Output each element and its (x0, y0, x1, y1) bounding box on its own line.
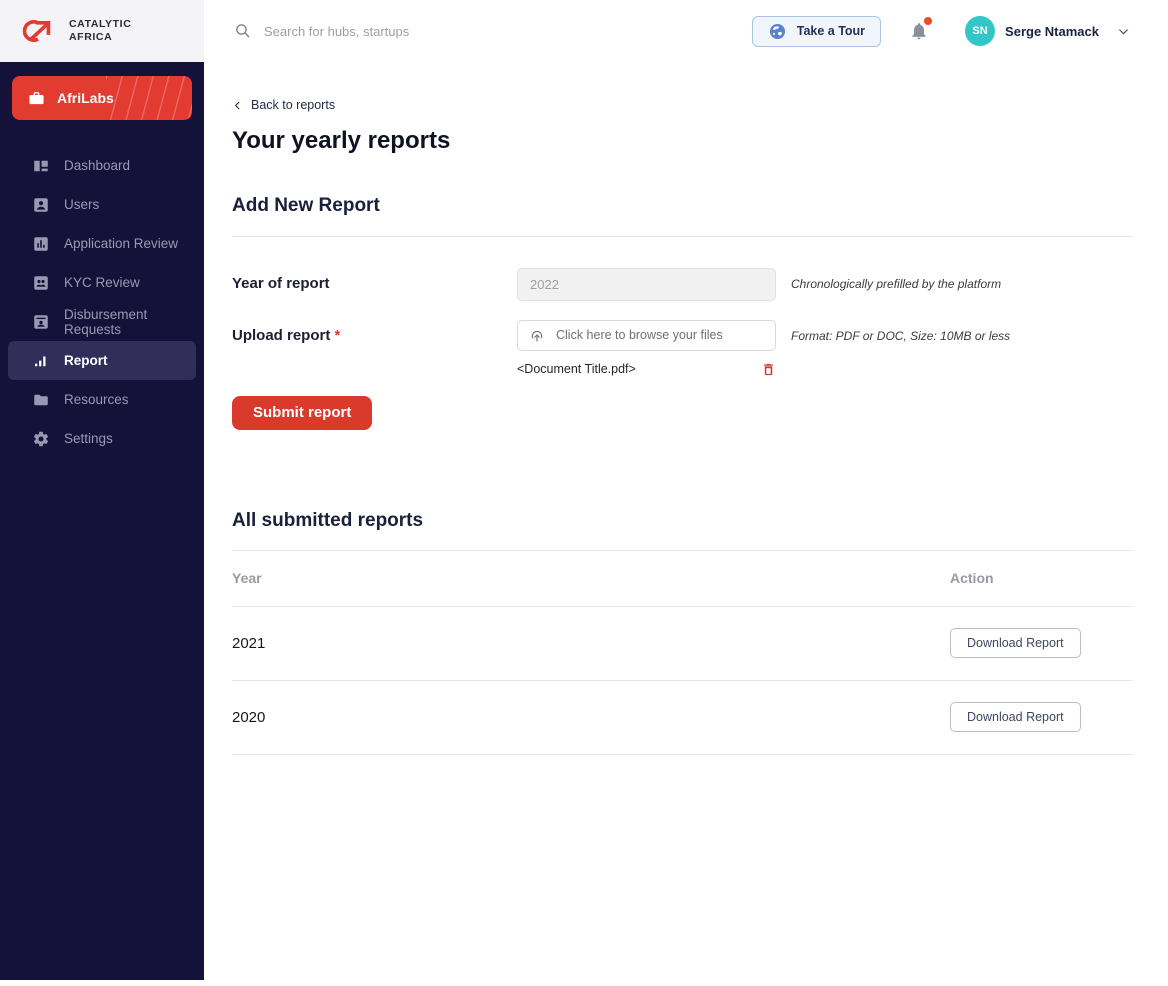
sidebar-item-label: Dashboard (64, 158, 131, 173)
globe-icon (768, 22, 787, 41)
upload-report-row: Upload report * Click here to browse you… (232, 319, 1133, 351)
download-report-button[interactable]: Download Report (950, 702, 1081, 732)
sidebar-item-kyc-review[interactable]: KYC Review (8, 263, 196, 302)
notification-badge-dot (924, 17, 933, 25)
notifications-button[interactable] (909, 17, 933, 42)
upload-report-label: Upload report * (232, 320, 517, 344)
kyc-review-icon (32, 274, 50, 292)
trash-icon[interactable] (761, 362, 776, 377)
page-title: Your yearly reports (232, 126, 451, 154)
add-new-report-heading: Add New Report (232, 194, 380, 216)
sidebar-item-disbursement-requests[interactable]: Disbursement Requests (8, 302, 196, 341)
topbar: Take a Tour SN Serge Ntamack (204, 0, 1168, 62)
year-of-report-label: Year of report (232, 274, 330, 292)
application-review-icon (32, 235, 50, 253)
sidebar-item-label: Disbursement Requests (64, 306, 148, 337)
back-link-label: Back to reports (251, 98, 336, 112)
table-row: 2020 Download Report (232, 681, 1133, 754)
sidebar-item-settings[interactable]: Settings (8, 419, 196, 458)
brand-line1: CATALYTIC (69, 17, 132, 30)
reports-table-header: Year Action (232, 551, 1133, 606)
year-column-header: Year (232, 570, 262, 586)
required-asterisk: * (334, 326, 341, 344)
catalytic-africa-logo-icon (16, 15, 60, 47)
main-content: Back to reports Your yearly reports Add … (204, 62, 1168, 986)
sidebar: AfriLabs Dashboard Users Application Rev… (0, 62, 204, 980)
brand-logo-block: CATALYTIC AFRICA (0, 0, 204, 62)
sidebar-item-label: Settings (64, 431, 113, 446)
sidebar-item-label: Resources (64, 392, 129, 407)
back-to-reports-link[interactable]: Back to reports (232, 98, 335, 112)
take-a-tour-label: Take a Tour (796, 24, 866, 38)
report-icon (32, 352, 50, 370)
action-column-header: Action (950, 570, 994, 586)
user-menu[interactable]: SN Serge Ntamack (965, 16, 1130, 46)
search-icon (234, 22, 252, 40)
file-upload-field[interactable]: Click here to browse your files (517, 319, 776, 351)
disbursement-icon (32, 313, 50, 331)
user-name: Serge Ntamack (1005, 23, 1099, 39)
sidebar-item-label: Users (64, 197, 100, 212)
upload-placeholder-text: Click here to browse your files (556, 328, 723, 342)
search-input[interactable] (264, 23, 604, 39)
upload-label-text: Upload report (232, 326, 335, 344)
uploaded-file-name: <Document Title.pdf> (517, 362, 636, 376)
year-of-report-row: Year of report Chronologically prefilled… (232, 267, 1133, 301)
sidebar-item-label: Report (64, 353, 108, 368)
submit-report-button[interactable]: Submit report (232, 395, 373, 430)
report-year: 2021 (232, 634, 266, 652)
chevron-left-icon (232, 100, 243, 111)
dashboard-icon (32, 157, 50, 175)
org-label: AfriLabs (57, 90, 114, 106)
table-row: 2021 Download Report (232, 607, 1133, 680)
folder-icon (32, 391, 50, 409)
sidebar-item-dashboard[interactable]: Dashboard (8, 146, 196, 185)
year-of-report-input[interactable] (517, 267, 776, 301)
chevron-down-icon (1117, 25, 1130, 38)
year-hint: Chronologically prefilled by the platfor… (791, 276, 1002, 291)
take-a-tour-button[interactable]: Take a Tour (751, 15, 882, 47)
sidebar-item-report[interactable]: Report (8, 341, 196, 380)
brand-wordmark: CATALYTIC AFRICA (69, 18, 131, 44)
divider (232, 235, 1133, 237)
sidebar-item-resources[interactable]: Resources (8, 380, 196, 419)
avatar: SN (965, 16, 996, 46)
search-bar (234, 22, 752, 40)
gear-icon (32, 430, 50, 448)
briefcase-icon (28, 90, 45, 107)
brand-line2: AFRICA (69, 31, 113, 43)
upload-hint: Format: PDF or DOC, Size: 10MB or less (791, 328, 1011, 343)
users-icon (32, 196, 50, 214)
download-report-button[interactable]: Download Report (950, 628, 1081, 658)
sidebar-nav: Dashboard Users Application Review KYC R… (0, 146, 204, 458)
sidebar-item-application-review[interactable]: Application Review (8, 224, 196, 263)
sidebar-item-users[interactable]: Users (8, 185, 196, 224)
uploaded-file-row: <Document Title.pdf> (517, 362, 776, 377)
divider (232, 753, 1133, 755)
stripe-pattern (105, 76, 192, 120)
sidebar-item-label: Application Review (64, 236, 179, 251)
org-button-afrilabs[interactable]: AfriLabs (12, 76, 192, 120)
sidebar-item-label: KYC Review (64, 275, 140, 290)
report-year: 2020 (232, 708, 266, 726)
upload-icon (529, 327, 545, 343)
all-submitted-reports-heading: All submitted reports (232, 509, 424, 531)
